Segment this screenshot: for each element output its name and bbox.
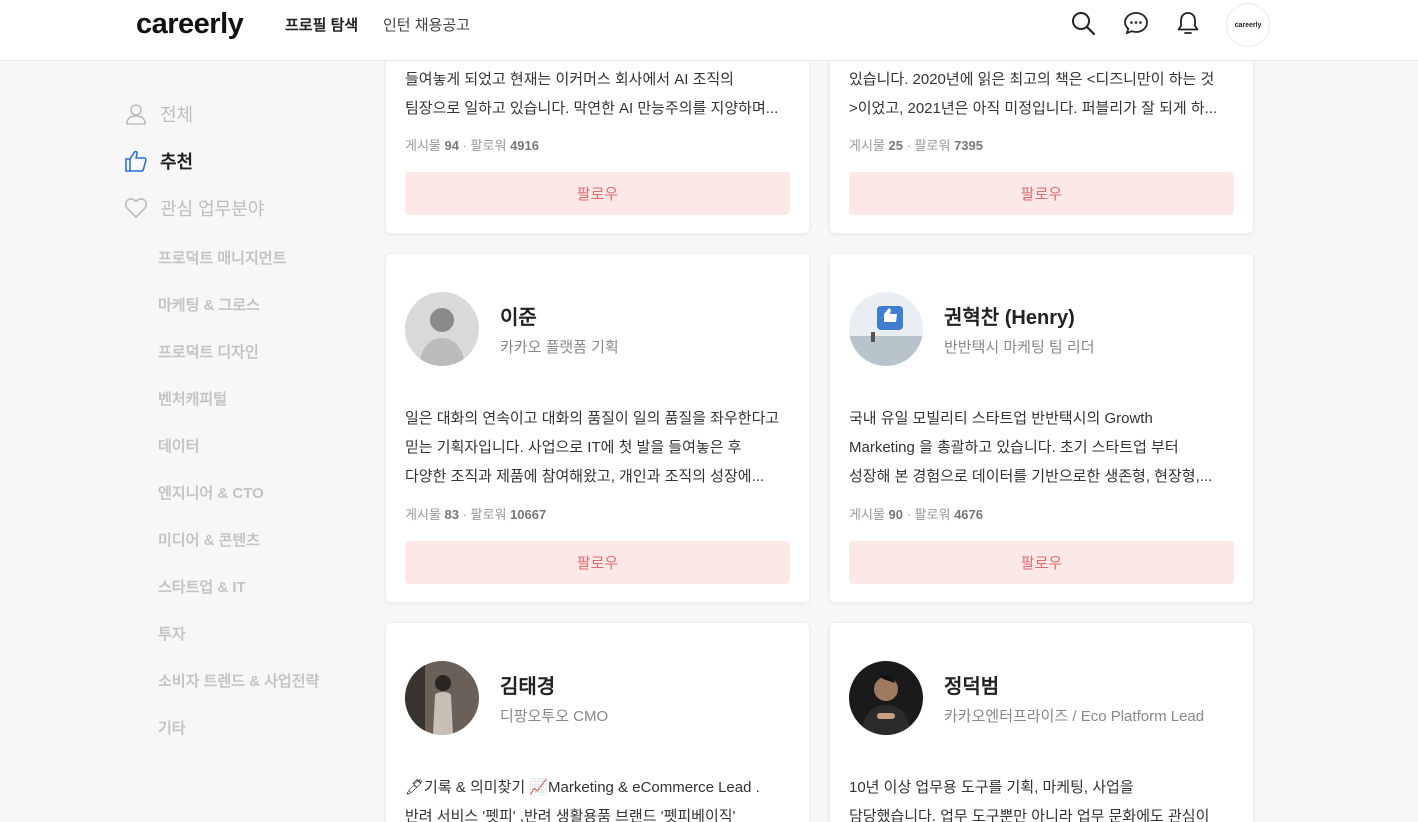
profile-bio: 있습니다. 2020년에 읽은 최고의 책은 <디즈니만이 하는 것 >이었고,… [849, 71, 1218, 117]
profile-header: 권혁찬 (Henry) 반반택시 마케팅 팀 리더 [849, 292, 1095, 366]
profile-card[interactable]: 있습니다. 2020년에 읽은 최고의 책은 <디즈니만이 하는 것 >이었고,… [829, 40, 1254, 234]
profile-name[interactable]: 김태경 [500, 670, 608, 699]
bell-icon[interactable] [1175, 10, 1201, 36]
person-icon [126, 104, 146, 125]
profile-bio: 들여놓게 되었고 현재는 이커머스 회사에서 AI 조직의 팀장으로 일하고 있… [405, 71, 779, 117]
profile-stats: 게시물 25 · 팔로워 7395 [849, 138, 983, 153]
profile-name[interactable]: 정덕범 [944, 670, 1204, 699]
profile-header: 이준 카카오 플랫폼 기획 [405, 292, 619, 366]
sidebar-item-label: 관심 업무분야 [160, 199, 265, 219]
profile-card[interactable]: 정덕범 카카오엔터프라이즈 / Eco Platform Lead 10년 이상… [829, 622, 1254, 822]
chat-icon[interactable] [1123, 10, 1149, 36]
profile-header: 김태경 디팡오투오 CMO [405, 661, 608, 735]
profile-stats: 게시물 90 · 팔로워 4676 [849, 507, 983, 522]
profile-role: 카카오 플랫폼 기획 [500, 339, 619, 356]
sidebar-category[interactable]: 마케팅 & 그로스 [158, 294, 260, 315]
profile-role: 반반택시 마케팅 팀 리더 [944, 339, 1095, 356]
heart-icon [124, 198, 148, 218]
sidebar-category[interactable]: 기타 [158, 717, 186, 738]
follow-button[interactable]: 팔로우 [849, 541, 1234, 584]
profile-name[interactable]: 이준 [500, 301, 619, 330]
profile-stats: 게시물 94 · 팔로워 4916 [405, 138, 539, 153]
nav-profile-explore[interactable]: 프로필 탐색 [285, 14, 358, 35]
profile-name[interactable]: 권혁찬 (Henry) [944, 301, 1095, 330]
profile-role: 디팡오투오 CMO [500, 708, 609, 725]
profile-header: 정덕범 카카오엔터프라이즈 / Eco Platform Lead [849, 661, 1204, 735]
sidebar-category[interactable]: 미디어 & 콘텐츠 [158, 529, 260, 550]
profile-avatar[interactable] [849, 292, 923, 366]
profile-role: 카카오엔터프라이즈 / Eco Platform Lead [944, 708, 1205, 725]
thumbs-up-icon [125, 150, 147, 172]
profile-bio: 10년 이상 업무용 도구를 기획, 마케팅, 사업을 담당했습니다. 업무 도… [849, 779, 1210, 822]
sidebar-item-all[interactable]: 전체 [124, 101, 193, 127]
sidebar-item-interests[interactable]: 관심 업무분야 [124, 195, 264, 221]
sidebar-item-label: 전체 [160, 105, 194, 125]
profile-card[interactable]: 권혁찬 (Henry) 반반택시 마케팅 팀 리더 국내 유일 모빌리티 스타트… [829, 253, 1254, 603]
profile-stats: 게시물 83 · 팔로워 10667 [405, 507, 547, 522]
sidebar-category[interactable]: 투자 [158, 623, 186, 644]
profile-avatar[interactable] [405, 292, 479, 366]
nav-intern-jobs[interactable]: 인턴 채용공고 [383, 14, 470, 35]
sidebar-category[interactable]: 소비자 트렌드 & 사업전략 [158, 670, 319, 691]
profile-bio: 일은 대화의 연속이고 대화의 품질이 일의 품질을 좌우한다고 믿는 기획자입… [405, 410, 780, 485]
sidebar-item-label: 추천 [160, 152, 194, 172]
sidebar-item-recommended[interactable]: 추천 [124, 148, 193, 174]
user-avatar[interactable]: careerly [1226, 3, 1270, 47]
sidebar-category[interactable]: 프로덕트 매니지먼트 [158, 247, 286, 268]
logo[interactable]: careerly [136, 8, 244, 41]
sidebar-category[interactable]: 프로덕트 디자인 [158, 341, 259, 362]
profile-card[interactable]: 김태경 디팡오투오 CMO 🖊기록 & 의미찾기 📈Marketing & eC… [385, 622, 810, 822]
profile-avatar[interactable] [849, 661, 923, 735]
profile-bio: 🖊기록 & 의미찾기 📈Marketing & eCommerce Lead .… [405, 779, 760, 822]
profile-card[interactable]: 들여놓게 되었고 현재는 이커머스 회사에서 AI 조직의 팀장으로 일하고 있… [385, 40, 810, 234]
profile-card[interactable]: 이준 카카오 플랫폼 기획 일은 대화의 연속이고 대화의 품질이 일의 품질을… [385, 253, 810, 603]
follow-button[interactable]: 팔로우 [849, 172, 1234, 215]
profile-avatar[interactable] [405, 661, 479, 735]
profile-bio: 국내 유일 모빌리티 스타트업 반반택시의 Growth Marketing 을… [849, 410, 1213, 485]
sidebar-category[interactable]: 데이터 [158, 435, 199, 456]
follow-button[interactable]: 팔로우 [405, 541, 790, 584]
sidebar-category[interactable]: 엔지니어 & CTO [158, 482, 264, 503]
search-icon[interactable] [1070, 10, 1096, 36]
top-header: careerly 프로필 탐색 인턴 채용공고 careerly [0, 0, 1418, 61]
sidebar-category[interactable]: 스타트업 & IT [158, 576, 246, 597]
sidebar-category[interactable]: 벤처캐피털 [158, 388, 227, 409]
follow-button[interactable]: 팔로우 [405, 172, 790, 215]
